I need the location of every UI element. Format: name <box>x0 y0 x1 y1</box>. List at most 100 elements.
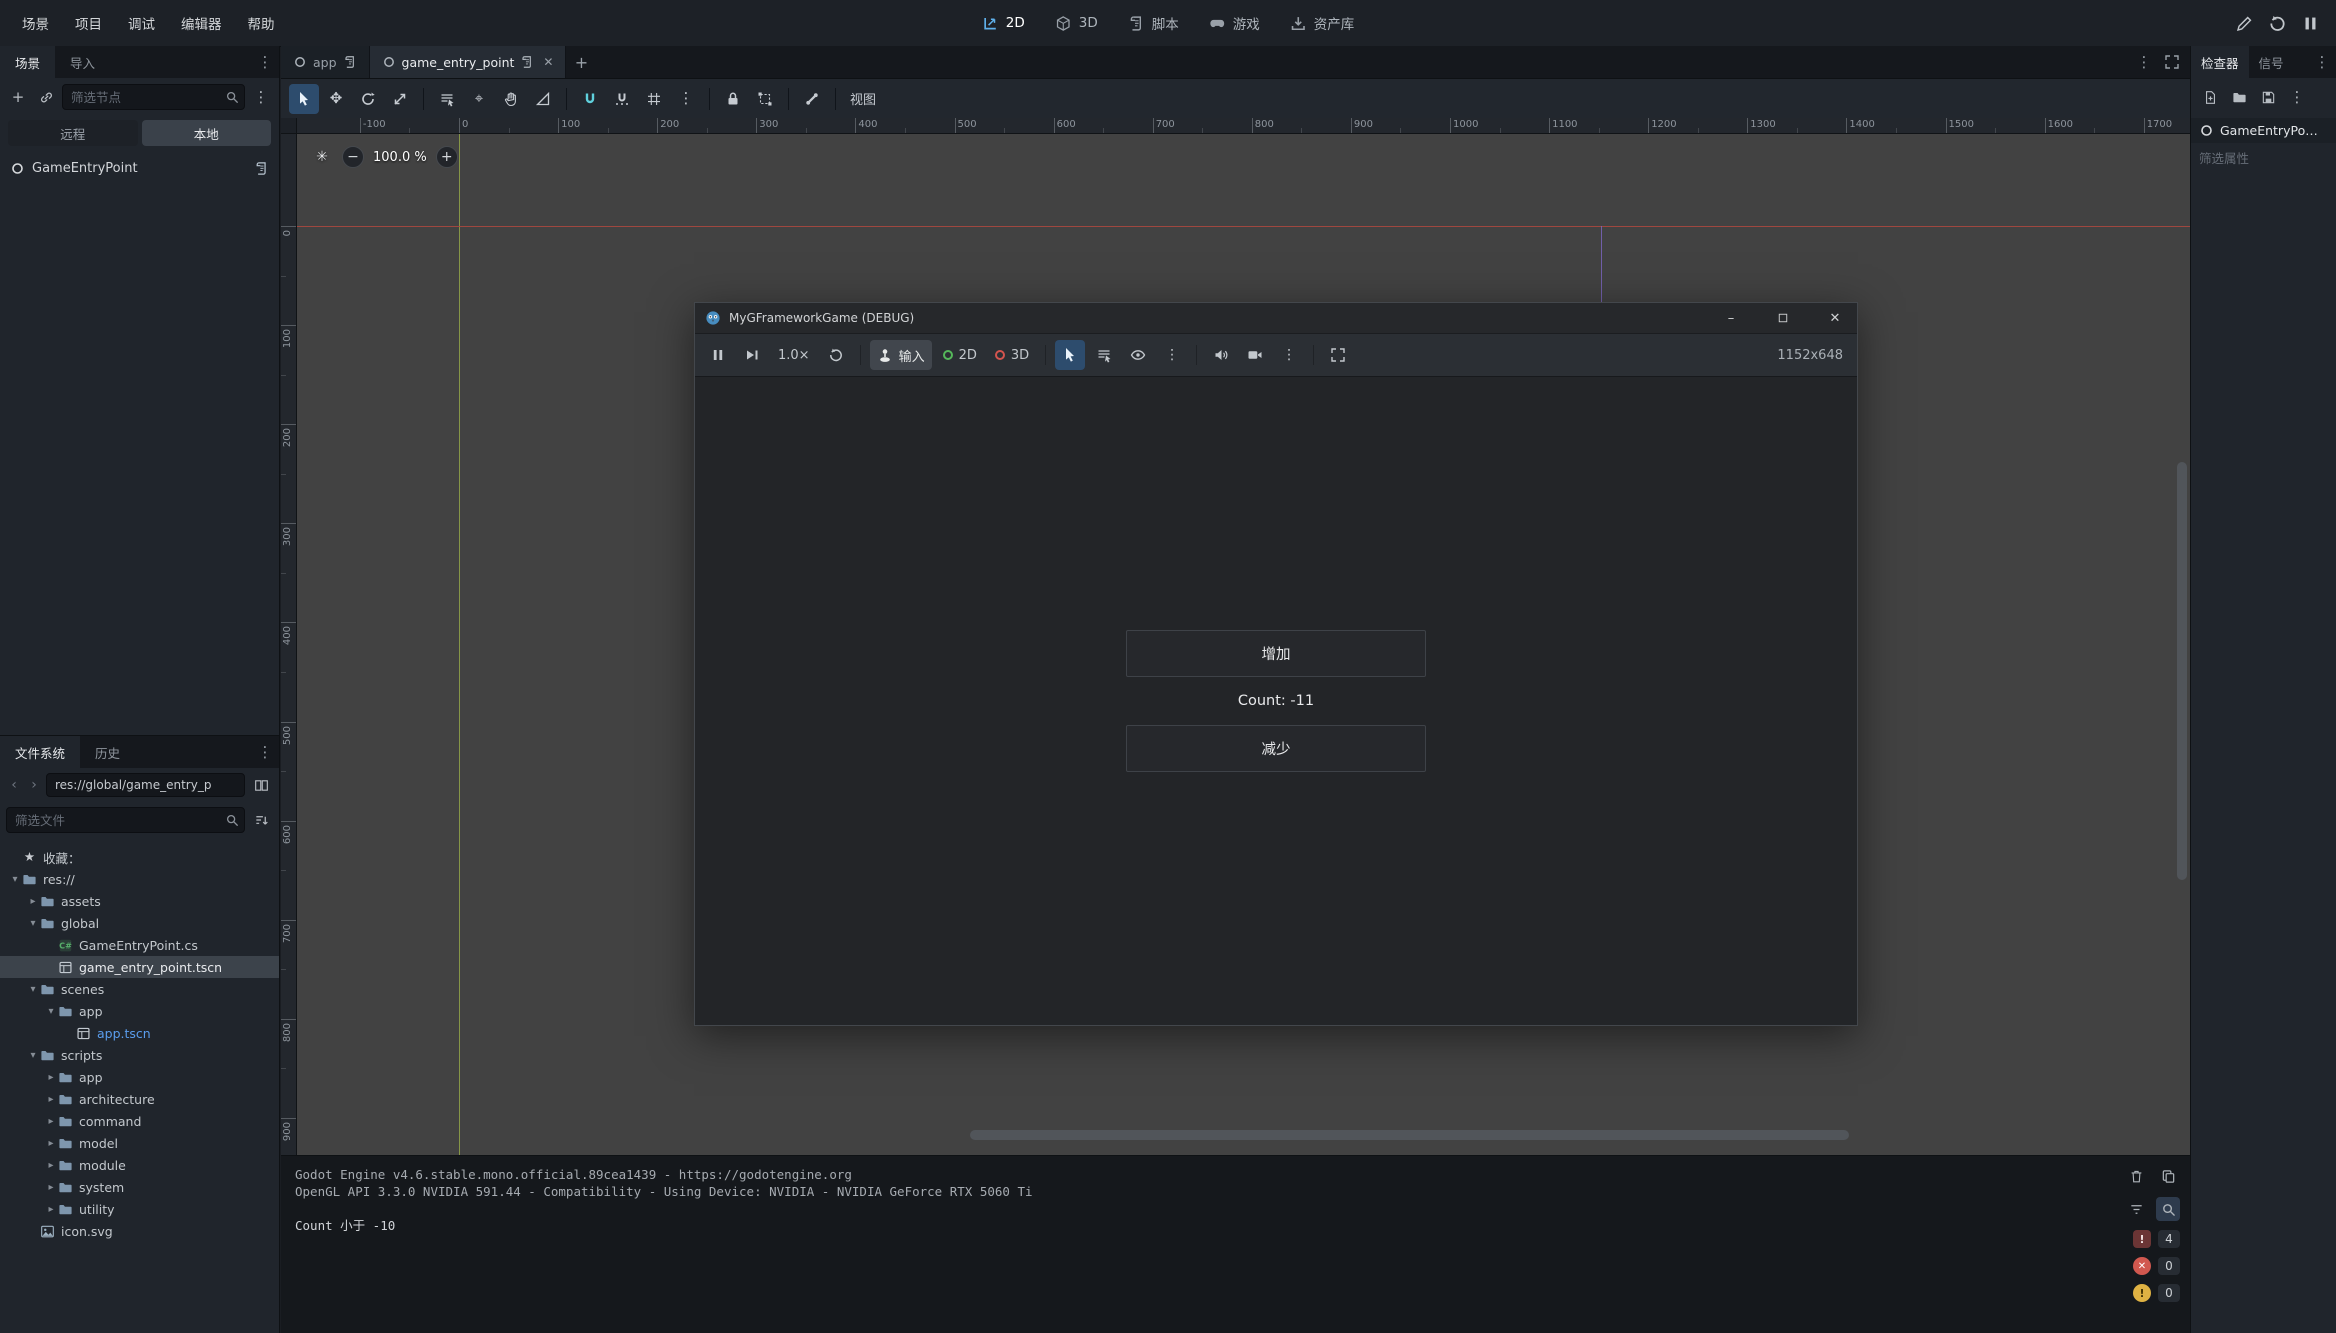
list-select-tool[interactable] <box>432 84 462 114</box>
close-tab-icon[interactable]: ✕ <box>543 55 553 69</box>
select-mode-button[interactable] <box>1055 340 1085 370</box>
scene-tabs-menu-button[interactable]: ⋮ <box>2136 54 2152 70</box>
copy-output-button[interactable] <box>2156 1164 2180 1188</box>
group-selected-button[interactable] <box>750 84 780 114</box>
file-tree-item[interactable]: ▸model <box>0 1132 279 1154</box>
reset-button[interactable] <box>821 340 851 370</box>
snap-options-button[interactable] <box>639 84 669 114</box>
zoom-level-button[interactable]: 100.0 % <box>373 150 427 165</box>
file-tree-item[interactable]: app.tscn <box>0 1022 279 1044</box>
filesystem-dock-menu-button[interactable]: ⋮ <box>251 736 279 768</box>
path-input[interactable] <box>46 773 245 797</box>
tab-history[interactable]: 历史 <box>80 736 135 768</box>
scene-menu[interactable]: 场景 <box>10 7 61 39</box>
close-button[interactable]: ✕ <box>1813 303 1857 333</box>
rotate-tool[interactable] <box>353 84 383 114</box>
move-tool[interactable]: ✥ <box>321 84 351 114</box>
scene-tree-node[interactable]: GameEntryPoint <box>0 154 279 182</box>
next-frame-button[interactable] <box>737 340 767 370</box>
zoom-in-button[interactable]: + <box>436 146 458 168</box>
back-button[interactable]: ‹ <box>6 777 22 793</box>
file-tree-item[interactable]: ★收藏： <box>0 846 279 868</box>
camera-menu-button[interactable]: ⋮ <box>1274 340 1304 370</box>
save-resource-button[interactable] <box>2257 86 2279 108</box>
file-tree-item[interactable]: ▸command <box>0 1110 279 1132</box>
workspace-game[interactable]: 游戏 <box>1197 7 1272 39</box>
workspace-2d[interactable]: 2D <box>970 9 1037 38</box>
file-tree-item[interactable]: ▾res:// <box>0 868 279 890</box>
tab-scene[interactable]: 场景 <box>0 46 55 78</box>
skeleton-options-button[interactable] <box>797 84 827 114</box>
decrease-button[interactable]: 减少 <box>1126 725 1426 772</box>
file-tree-item[interactable]: ▸assets <box>0 890 279 912</box>
file-filter-input[interactable] <box>6 807 245 833</box>
2d-viewport[interactable]: ✳ − 100.0 % + MyGFrameworkGame (DEBUG) –… <box>297 134 2190 1155</box>
mode-2d-toggle[interactable]: 2D <box>936 340 984 370</box>
file-tree-item[interactable]: ▸system <box>0 1176 279 1198</box>
file-tree-item[interactable]: icon.svg <box>0 1220 279 1242</box>
clear-output-button[interactable] <box>2124 1164 2148 1188</box>
file-tree-item[interactable]: ▾scripts <box>0 1044 279 1066</box>
movie-maker-toggle[interactable] <box>2235 14 2254 33</box>
scene-tab-app[interactable]: app <box>281 46 370 78</box>
input-toggle[interactable]: 输入 <box>870 340 932 370</box>
pivot-tool[interactable]: ⌖ <box>464 84 494 114</box>
file-tree-item[interactable]: C#GameEntryPoint.cs <box>0 934 279 956</box>
messages-filter[interactable]: !4 <box>2108 1230 2180 1248</box>
zoom-out-button[interactable]: − <box>342 146 364 168</box>
inspected-node-row[interactable]: GameEntryPoint <box>2191 118 2336 143</box>
visibility-menu-button[interactable] <box>1123 340 1153 370</box>
workspace-assetlib[interactable]: 资产库 <box>1278 7 1367 39</box>
restart-game-button[interactable] <box>2268 14 2287 33</box>
pause-button[interactable] <box>703 340 733 370</box>
scene-tab-game-entry-point[interactable]: game_entry_point✕ <box>370 46 567 78</box>
sort-button[interactable] <box>249 808 273 832</box>
workspace-3d[interactable]: 3D <box>1043 9 1110 38</box>
instance-scene-button[interactable] <box>34 85 58 109</box>
ruler-tool[interactable] <box>528 84 558 114</box>
file-tree-item[interactable]: game_entry_point.tscn <box>0 956 279 978</box>
vertical-scrollbar[interactable] <box>2177 462 2187 880</box>
mode-3d-toggle[interactable]: 3D <box>988 340 1036 370</box>
forward-button[interactable]: › <box>26 777 42 793</box>
scale-tool[interactable] <box>385 84 415 114</box>
view-menu[interactable]: 视图 <box>844 84 882 114</box>
inspector-dock-menu-button[interactable]: ⋮ <box>2308 46 2336 78</box>
file-tree-item[interactable]: ▾scenes <box>0 978 279 1000</box>
remote-toggle[interactable]: 远程 <box>8 120 138 146</box>
debug-menu[interactable]: 调试 <box>116 7 167 39</box>
scene-dock-menu-button[interactable]: ⋮ <box>251 46 279 78</box>
audio-toggle[interactable] <box>1206 340 1236 370</box>
resource-menu-button[interactable]: ⋮ <box>2286 86 2308 108</box>
local-toggle[interactable]: 本地 <box>142 120 272 146</box>
increase-button[interactable]: 增加 <box>1126 630 1426 677</box>
center-view-button[interactable]: ✳ <box>311 146 333 168</box>
horizontal-scrollbar[interactable] <box>970 1130 1849 1140</box>
add-node-button[interactable]: + <box>6 85 30 109</box>
speed-select[interactable]: 1.0× <box>771 340 817 370</box>
tab-import[interactable]: 导入 <box>55 46 110 78</box>
minimize-button[interactable]: – <box>1709 303 1753 333</box>
property-filter-input[interactable] <box>2199 151 2328 166</box>
project-menu[interactable]: 项目 <box>63 7 114 39</box>
file-tree-item[interactable]: ▸app <box>0 1066 279 1088</box>
distraction-free-button[interactable] <box>2164 54 2180 70</box>
pan-tool[interactable] <box>496 84 526 114</box>
tab-filesystem[interactable]: 文件系统 <box>0 736 80 768</box>
file-tree-item[interactable]: ▸module <box>0 1154 279 1176</box>
scene-tree-menu-button[interactable]: ⋮ <box>249 85 273 109</box>
help-menu[interactable]: 帮助 <box>236 7 287 39</box>
filter-output-button[interactable] <box>2124 1197 2148 1221</box>
file-tree-item[interactable]: ▸architecture <box>0 1088 279 1110</box>
editor-menu[interactable]: 编辑器 <box>169 7 234 39</box>
file-tree-item[interactable]: ▾global <box>0 912 279 934</box>
errors-filter[interactable]: ✕0 <box>2108 1257 2180 1275</box>
maximize-button[interactable] <box>1761 303 1805 333</box>
pause-game-button[interactable] <box>2301 14 2320 33</box>
file-tree-item[interactable]: ▸utility <box>0 1198 279 1220</box>
gui-menu-button[interactable]: ⋮ <box>1157 340 1187 370</box>
lock-selected-button[interactable] <box>718 84 748 114</box>
new-scene-tab-button[interactable]: + <box>566 46 596 78</box>
scene-filter-input[interactable] <box>62 84 245 110</box>
embed-fullscreen-toggle[interactable] <box>1323 340 1353 370</box>
